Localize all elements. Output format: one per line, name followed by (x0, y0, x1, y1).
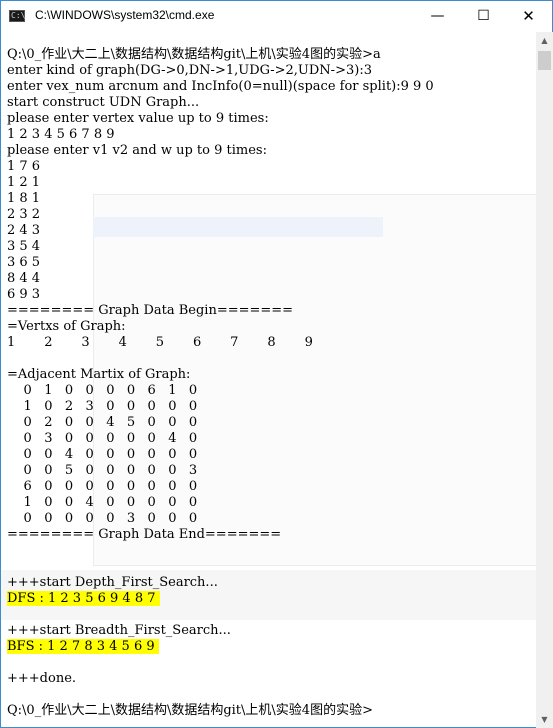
console-line: +++start Breadth_First_Search... (7, 623, 231, 638)
bfs-result-line: BFS : 1 2 7 8 3 4 5 6 9 (7, 639, 434, 655)
console-line: 0 0 5 0 0 0 0 0 3 (7, 463, 198, 478)
console-line: 1 8 1 (7, 191, 41, 206)
console-line: ======== Graph Data Begin======= (7, 303, 294, 318)
bfs-highlight: BFS : 1 2 7 8 3 4 5 6 9 (7, 639, 159, 654)
console-line: 0 0 4 0 0 0 0 0 0 (7, 447, 198, 462)
console-line: 3 5 4 (7, 239, 41, 254)
close-button[interactable]: ✕ (506, 1, 551, 31)
title-bar[interactable]: C:\ C:\WINDOWS\system32\cmd.exe — ☐ ✕ (1, 1, 552, 32)
window-title: C:\WINDOWS\system32\cmd.exe (35, 8, 215, 22)
scroll-up-arrow-icon[interactable]: ▲ (536, 32, 553, 49)
scrollbar-thumb[interactable] (538, 51, 551, 70)
console-line: 1 2 3 4 5 6 7 8 9 (7, 127, 115, 142)
cmd-window: C:\ C:\WINDOWS\system32\cmd.exe — ☐ ✕ Q:… (0, 0, 553, 728)
console-line: 1 7 6 (7, 159, 41, 174)
minimize-button[interactable]: — (415, 1, 460, 31)
console-line: 8 4 4 (7, 271, 41, 286)
cmd-app-icon[interactable]: C:\ (9, 10, 25, 22)
console-line: 0 3 0 0 0 0 0 4 0 (7, 431, 198, 446)
console-output-area[interactable]: Q:\0_作业\大二上\数据结构\数据结构git\上机\实验4图的实验>a en… (1, 32, 536, 727)
console-line: enter kind of graph(DG->0,DN->1,UDG->2,U… (7, 63, 372, 78)
cmd-app-icon-label: C:\ (11, 11, 26, 20)
console-line: Q:\0_作业\大二上\数据结构\数据结构git\上机\实验4图的实验>a (7, 47, 381, 62)
console-line: 1 2 1 (7, 175, 41, 190)
console-line: start construct UDN Graph... (7, 95, 200, 110)
console-line: please enter v1 v2 and w up to 9 times: (7, 143, 267, 158)
console-line: 1 2 3 4 5 6 7 8 9 (7, 335, 313, 350)
scroll-down-arrow-icon[interactable]: ▼ (536, 711, 553, 728)
console-line: 2 3 2 (7, 207, 41, 222)
console-line: 6 0 0 0 0 0 0 0 0 (7, 479, 198, 494)
console-line: 0 1 0 0 0 0 6 1 0 (7, 383, 198, 398)
console-line: 6 9 3 (7, 287, 41, 302)
console-line: =Adjacent Martix of Graph: (7, 367, 191, 382)
console-line: ======== Graph Data End======= (7, 527, 282, 542)
maximize-button[interactable]: ☐ (461, 1, 506, 31)
console-line: +++done. (7, 671, 77, 686)
vertical-scrollbar[interactable]: ▲ ▼ (536, 32, 553, 728)
console-line: 1 0 2 3 0 0 0 0 0 (7, 399, 198, 414)
console-line: +++start Depth_First_Search... (7, 575, 218, 590)
console-line: 2 4 3 (7, 223, 41, 238)
console-line: 0 2 0 0 4 5 0 0 0 (7, 415, 198, 430)
command-prompt[interactable]: Q:\0_作业\大二上\数据结构\数据结构git\上机\实验4图的实验> (7, 703, 434, 719)
console-line: please enter vertex value up to 9 times: (7, 111, 269, 126)
console-line: 1 0 0 4 0 0 0 0 0 (7, 495, 198, 510)
dfs-result-line: DFS : 1 2 3 5 6 9 4 8 7 (7, 591, 434, 607)
dfs-highlight: DFS : 1 2 3 5 6 9 4 8 7 (7, 591, 160, 606)
console-line: =Vertxs of Graph: (7, 319, 126, 334)
console-lines: Q:\0_作业\大二上\数据结构\数据结构git\上机\实验4图的实验>a en… (7, 47, 434, 719)
console-line: 3 6 5 (7, 255, 41, 270)
console-line: 0 0 0 0 0 3 0 0 0 (7, 511, 198, 526)
console-line: enter vex_num arcnum and IncInfo(0=null)… (7, 79, 434, 94)
